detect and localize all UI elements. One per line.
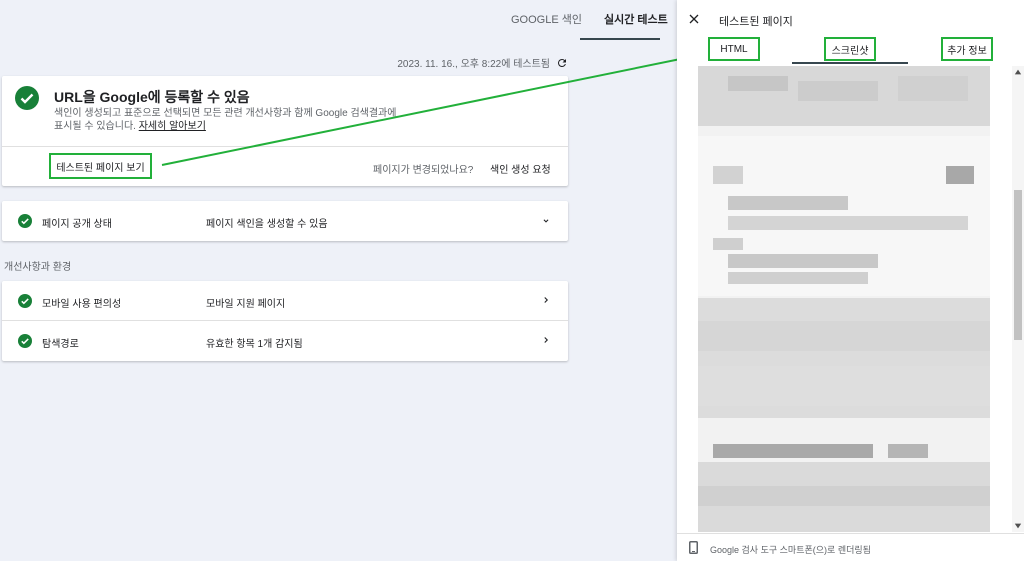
card-divider [2, 146, 568, 147]
page-changed-text: 페이지가 변경되었나요? [373, 165, 474, 176]
title-part-2: 에 등록할 수 있음 [147, 89, 250, 105]
mobile-usability-label: 모바일 사용 편의성 [42, 299, 122, 310]
scroll-up-icon[interactable] [1014, 68, 1022, 76]
check-icon [18, 294, 32, 308]
tab-screenshot[interactable]: 스크린샷 [824, 37, 876, 61]
title-part-1: URL을 Google [54, 89, 148, 105]
breadcrumbs-value: 유효한 항목 1개 감지됨 [206, 339, 303, 350]
smartphone-icon [689, 541, 698, 554]
page-availability-value: 페이지 색인을 생성할 수 있음 [206, 219, 328, 230]
tab-more-info[interactable]: 추가 정보 [941, 37, 993, 61]
panel-title: 테스트된 페이지 [719, 16, 793, 28]
chevron-right-icon[interactable] [541, 295, 551, 305]
check-icon [18, 214, 32, 228]
scroll-down-icon[interactable] [1014, 522, 1022, 530]
learn-more-link[interactable]: 자세히 알아보기 [139, 121, 206, 132]
check-icon [18, 334, 32, 348]
request-indexing-button[interactable]: 색인 생성 요청 [490, 161, 551, 176]
chevron-down-icon[interactable] [541, 216, 551, 226]
panel-active-tab-indicator [792, 62, 908, 64]
refresh-icon[interactable] [556, 57, 568, 69]
status-description: 색인이 생성되고 표준으로 선택되면 모든 관련 개선사항과 함께 Google… [54, 107, 404, 133]
tab-live-test[interactable]: 실시간 테스트 [593, 0, 679, 40]
timestamp-row: 2023. 11. 16., 오후 8:22에 테스트됨 [397, 55, 568, 70]
enhancements-section-title: 개선사항과 환경 [4, 262, 72, 273]
page-availability-label: 페이지 공개 상태 [42, 219, 112, 230]
screenshot-preview[interactable] [698, 66, 990, 532]
tab-google-index[interactable]: GOOGLE 색인 [500, 0, 593, 40]
close-icon[interactable] [688, 13, 700, 25]
tab-html[interactable]: HTML [708, 37, 760, 61]
breadcrumbs-label: 탐색경로 [42, 339, 79, 350]
mobile-usability-value: 모바일 지원 페이지 [206, 299, 286, 310]
chevron-right-icon[interactable] [541, 335, 551, 345]
render-info-text: Google 검사 도구 스마트폰(으)로 렌더링됨 [710, 545, 871, 555]
active-tab-indicator [580, 38, 660, 40]
test-timestamp: 2023. 11. 16., 오후 8:22에 테스트됨 [397, 59, 550, 70]
top-tabs: GOOGLE 색인 실시간 테스트 [500, 0, 679, 40]
description-text: 색인이 생성되고 표준으로 선택되면 모든 관련 개선사항과 함께 Google… [54, 108, 397, 132]
scroll-thumb[interactable] [1014, 190, 1022, 340]
view-tested-page-button[interactable]: 테스트된 페이지 보기 [49, 153, 152, 179]
success-check-icon [15, 86, 39, 110]
page-title: URL을 Google에 등록할 수 있음 [54, 87, 250, 107]
